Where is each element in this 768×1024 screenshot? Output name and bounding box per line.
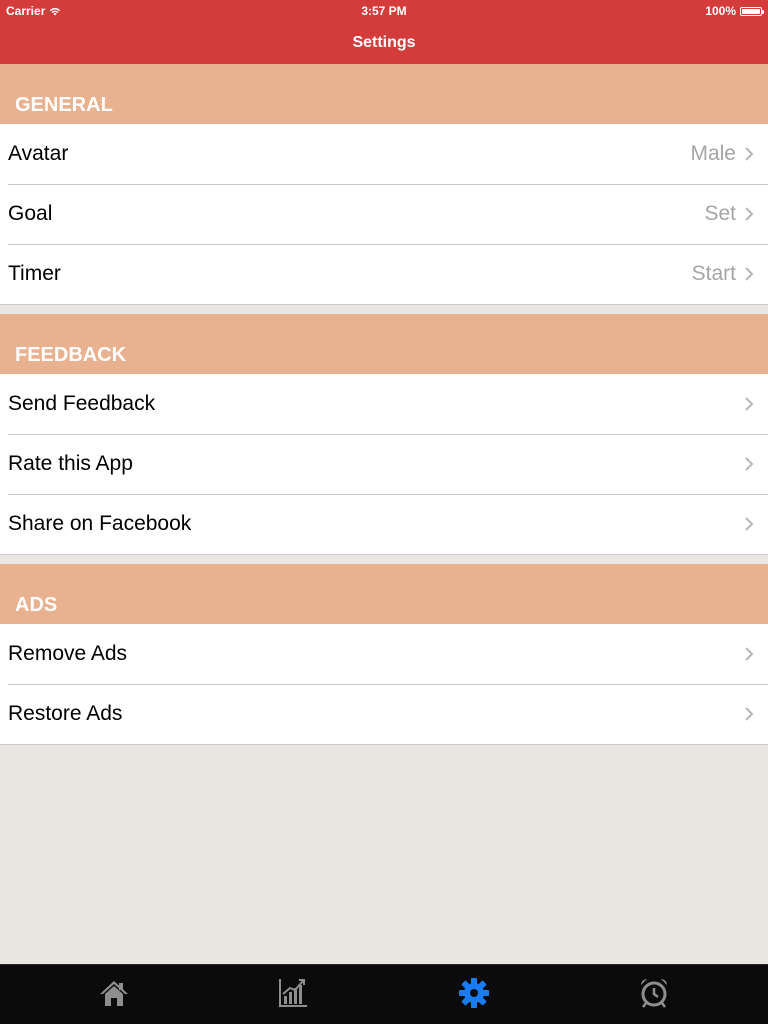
tab-home[interactable]	[94, 973, 134, 1013]
settings-group-feedback: Send Feedback Rate this App Share on Fac…	[0, 374, 768, 555]
row-detail: Start	[691, 262, 736, 285]
settings-row-rate-app[interactable]: Rate this App	[0, 434, 768, 494]
battery-indicator: 100%	[705, 4, 764, 18]
chevron-right-icon	[745, 147, 754, 161]
navigation-bar: Carrier 3:57 PM 100% Settings	[0, 0, 768, 64]
settings-group-ads: Remove Ads Restore Ads	[0, 624, 768, 745]
tab-statistics[interactable]	[273, 973, 313, 1013]
section-header-ads: ADS	[0, 564, 768, 624]
section-header-feedback: FEEDBACK	[0, 314, 768, 374]
row-label: Rate this App	[8, 452, 133, 475]
tab-alarm[interactable]	[634, 973, 674, 1013]
chevron-right-icon	[745, 207, 754, 221]
settings-group-general: Avatar Male Goal Set Timer Start	[0, 124, 768, 305]
section-title: GENERAL	[15, 94, 113, 116]
row-label: Avatar	[8, 142, 69, 165]
row-detail: Set	[704, 202, 736, 225]
chart-icon	[279, 979, 307, 1007]
section-title: ADS	[15, 594, 58, 616]
chevron-right-icon	[745, 707, 754, 721]
row-label: Timer	[8, 262, 61, 285]
settings-row-goal[interactable]: Goal Set	[0, 184, 768, 244]
tab-settings[interactable]	[454, 973, 494, 1013]
home-icon	[100, 981, 128, 1006]
status-bar: Carrier 3:57 PM 100%	[0, 0, 768, 20]
settings-row-avatar[interactable]: Avatar Male	[0, 124, 768, 184]
tab-bar	[0, 964, 768, 1024]
row-label: Goal	[8, 202, 53, 225]
settings-row-share-facebook[interactable]: Share on Facebook	[0, 494, 768, 554]
chevron-right-icon	[745, 397, 754, 411]
chevron-right-icon	[745, 267, 754, 281]
row-label: Send Feedback	[8, 392, 156, 415]
settings-row-restore-ads[interactable]: Restore Ads	[0, 684, 768, 744]
row-label: Remove Ads	[8, 642, 128, 665]
chevron-right-icon	[745, 517, 754, 531]
chevron-right-icon	[745, 457, 754, 471]
row-label: Restore Ads	[8, 702, 123, 725]
alarm-clock-icon	[641, 979, 667, 1008]
page-title: Settings	[352, 34, 416, 51]
section-header-general: GENERAL	[0, 64, 768, 124]
row-detail: Male	[690, 142, 736, 165]
battery-percent: 100%	[705, 4, 736, 18]
status-time: 3:57 PM	[361, 4, 407, 18]
row-label: Share on Facebook	[8, 512, 192, 535]
settings-row-remove-ads[interactable]: Remove Ads	[0, 624, 768, 684]
settings-row-timer[interactable]: Timer Start	[0, 244, 768, 304]
battery-icon	[740, 6, 764, 16]
gear-icon	[459, 978, 489, 1008]
settings-row-send-feedback[interactable]: Send Feedback	[0, 374, 768, 434]
section-title: FEEDBACK	[15, 344, 127, 366]
chevron-right-icon	[745, 647, 754, 661]
